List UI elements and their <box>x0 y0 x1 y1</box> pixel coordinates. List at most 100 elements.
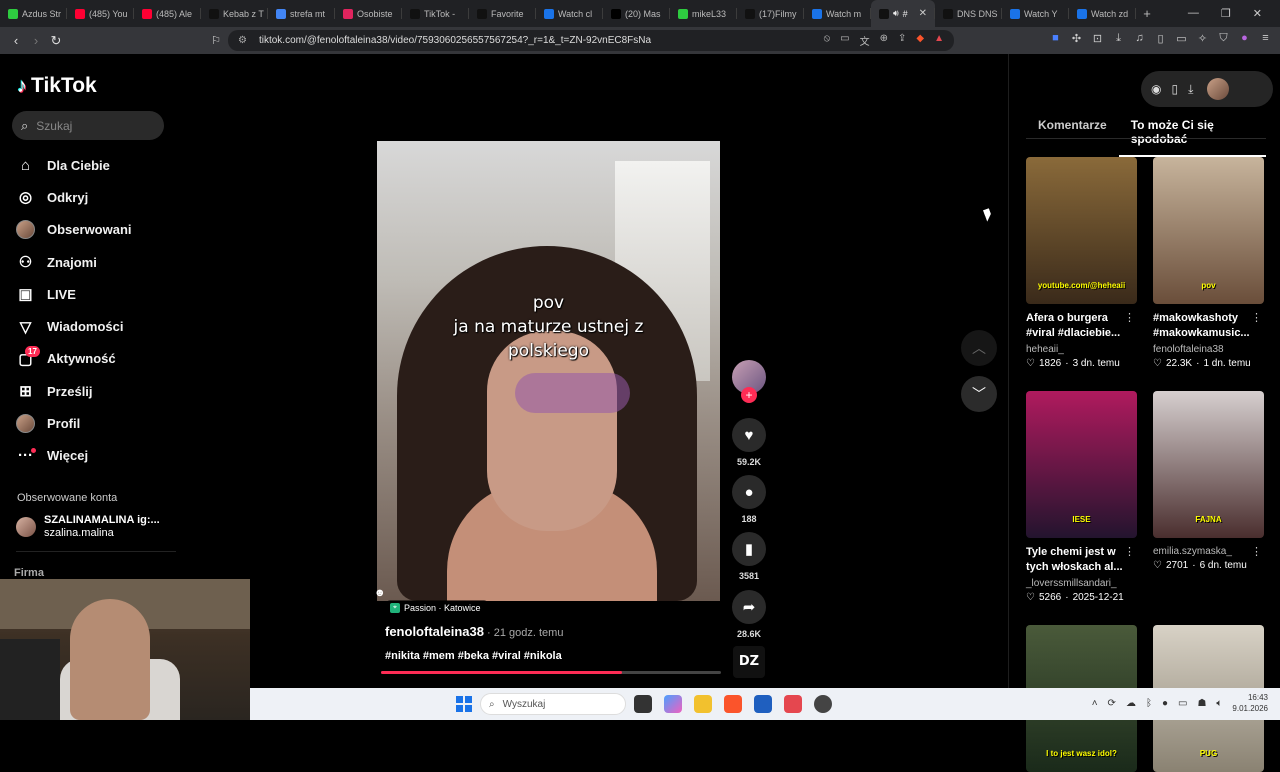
share-button[interactable]: ➦ 28.6K <box>731 590 767 639</box>
sidebar-item-prześlij[interactable]: ⊞ Prześlij <box>16 375 132 407</box>
sidebar-item-odkryj[interactable]: ◎ Odkryj <box>16 181 132 213</box>
microphone-icon[interactable]: ● <box>1162 698 1168 709</box>
sidebar-item-obserwowani[interactable]: Obserwowani <box>16 214 132 246</box>
footer-section-title[interactable]: Firma <box>14 567 44 579</box>
video-progress-bar[interactable] <box>381 671 721 674</box>
coin-icon[interactable]: ◉ <box>1151 82 1161 96</box>
zoom-icon[interactable]: ⊕ <box>880 33 888 48</box>
card-author[interactable]: emilia.szymaska_ <box>1153 546 1264 557</box>
like-button[interactable]: ♥ 59.2K <box>731 418 767 467</box>
more-options-icon[interactable]: ⋮ <box>1251 311 1262 324</box>
sidebar-item-wiadomości[interactable]: ▽ Wiadomości <box>16 310 132 342</box>
browser-tab[interactable]: (485) Ale <box>134 0 201 27</box>
back-icon[interactable]: ‹ <box>6 33 26 48</box>
video-thumbnail[interactable]: youtube.com/@heheaii <box>1026 157 1137 304</box>
sidebar-item-live[interactable]: ▣ LIVE <box>16 278 132 310</box>
browser-tab[interactable]: (17)Filmy <box>737 0 804 27</box>
tiktok-logo[interactable]: ♪ TikTok <box>17 74 97 98</box>
browser-tab[interactable]: (20) Mas <box>603 0 670 27</box>
forward-icon[interactable]: › <box>26 33 46 48</box>
browser-tab[interactable]: Azdus Str <box>0 0 67 27</box>
save-button[interactable]: ▮ 3581 <box>731 532 767 581</box>
card-author[interactable]: _loverssmillsandari_ <box>1026 578 1137 589</box>
browser-tab[interactable]: Watch zd <box>1069 0 1136 27</box>
audio-playing-icon[interactable]: 🔊︎ <box>893 8 899 19</box>
new-tab-button[interactable]: + <box>1136 6 1158 21</box>
wallet-icon[interactable]: ▭ <box>1175 32 1188 45</box>
previous-video-button[interactable]: ︿ <box>961 330 997 366</box>
chevron-up-icon[interactable]: ˄ <box>1092 698 1098 709</box>
video-player[interactable]: pov ja na maturze ustnej z polskiego <box>377 141 720 601</box>
clock[interactable]: 16:43 9.01.2026 <box>1232 692 1268 714</box>
music-disc[interactable]: DZ <box>733 646 765 678</box>
tab-recommended[interactable]: To może Ci się spodobać <box>1118 116 1266 157</box>
close-tab-icon[interactable]: ✕ <box>919 8 927 19</box>
file-explorer-icon[interactable] <box>694 695 712 713</box>
browser-tab[interactable]: Watch m <box>804 0 871 27</box>
screenshot-icon[interactable]: ⊡ <box>1091 32 1104 45</box>
follow-plus-icon[interactable]: + <box>741 387 757 403</box>
browser-tab[interactable]: Watch Y <box>1002 0 1069 27</box>
sidebar-icon[interactable]: ▯ <box>1154 32 1167 45</box>
avatar[interactable] <box>1207 78 1230 100</box>
sync-icon[interactable]: ⟳ <box>1108 698 1116 709</box>
brave-nightly-icon[interactable] <box>784 695 802 713</box>
sidebar-item-profil[interactable]: Profil <box>16 407 132 439</box>
task-view-icon[interactable] <box>634 695 652 713</box>
network-icon[interactable]: ☗ <box>1197 698 1206 709</box>
location-tag[interactable]: ⌖ Passion · Katowice <box>387 600 487 615</box>
browser-tab[interactable]: Favorite <box>469 0 536 27</box>
recommended-video-card[interactable]: FAJNA ⋮ emilia.szymaska_ ♡ 2701 · 6 dn. temu <box>1153 391 1264 571</box>
more-options-icon[interactable]: ⋮ <box>1124 311 1135 324</box>
taskbar-search[interactable]: ⌕ Wyszukaj <box>480 693 626 715</box>
device-icon[interactable]: ▯ <box>1171 82 1178 96</box>
bluetooth-icon[interactable]: ᛒ <box>1146 698 1152 709</box>
no-tracking-icon[interactable]: ⦸ <box>824 33 831 48</box>
more-options-icon[interactable]: ⋮ <box>1251 545 1262 558</box>
menu-icon[interactable]: ≡ <box>1259 32 1272 45</box>
minimize-button[interactable]: — <box>1188 7 1199 20</box>
puzzle-icon[interactable]: ✣ <box>1070 32 1083 45</box>
video-thumbnail[interactable]: pov <box>1153 157 1264 304</box>
card-author[interactable]: heheaii_ <box>1026 344 1137 355</box>
browser-tab[interactable]: Watch cl <box>536 0 603 27</box>
brave-rewards-icon[interactable]: ▲ <box>934 33 944 48</box>
site-info-icon[interactable]: ⚙ <box>238 35 247 46</box>
cast-icon[interactable]: ▭ <box>840 33 849 48</box>
sidebar-item-znajomi[interactable]: ⚇ Znajomi <box>16 246 132 278</box>
browser-tab[interactable]: (485) You <box>67 0 134 27</box>
card-author[interactable]: fenoloftaleina38 <box>1153 344 1264 355</box>
profile-icon[interactable]: ● <box>1238 32 1251 45</box>
browser-tab-active[interactable]: 🔊︎ # ✕ <box>871 0 935 27</box>
volume-icon[interactable]: 🔈︎ <box>1216 698 1222 709</box>
display-icon[interactable]: ▭ <box>1178 698 1187 709</box>
recommended-video-card[interactable]: IESE ⋮ Tyle chemi jest w tych włoskach al.… <box>1026 391 1137 603</box>
close-window-button[interactable]: ✕ <box>1253 7 1262 20</box>
share-icon[interactable]: ⇪ <box>898 33 906 48</box>
restore-button[interactable]: ❐ <box>1221 7 1231 20</box>
recommended-video-card[interactable]: youtube.com/@heheaii ⋮ Afera o burgera #vi… <box>1026 157 1137 369</box>
download-icon[interactable]: ⤓ <box>1112 32 1125 45</box>
vpn-icon[interactable]: ⛉ <box>1217 32 1230 45</box>
recommended-video-card[interactable]: pov ⋮ #makowkashoty #makowkamusic... fenolo… <box>1153 157 1264 369</box>
video-author[interactable]: fenoloftaleina38 <box>385 624 484 639</box>
sidebar-item-dla-ciebie[interactable]: ⌂ Dla Ciebie <box>16 149 132 181</box>
video-hashtags[interactable]: #nikita #mem #beka #viral #nikola <box>385 650 562 662</box>
copilot-icon[interactable] <box>664 695 682 713</box>
tab-comments[interactable]: Komentarze <box>1026 116 1119 157</box>
app-icon[interactable] <box>814 695 832 713</box>
comment-button[interactable]: ● 188 <box>731 475 767 524</box>
reload-icon[interactable]: ↻ <box>46 33 66 49</box>
search-input[interactable]: ⌕ Szukaj <box>12 111 164 140</box>
music-icon[interactable]: ♫ <box>1133 32 1146 45</box>
next-video-button[interactable]: ﹀ <box>961 376 997 412</box>
bookmark-icon[interactable]: ⚐ <box>206 34 226 47</box>
followed-account[interactable]: SZALINAMALINA ig:... szalina.malina <box>16 514 160 540</box>
ai-icon[interactable]: ✧ <box>1196 32 1209 45</box>
sidebar-item-aktywność[interactable]: ▢ 17 Aktywność <box>16 343 132 375</box>
brave-icon[interactable] <box>724 695 742 713</box>
browser-tab[interactable]: TikTok - <box>402 0 469 27</box>
store-icon[interactable] <box>754 695 772 713</box>
translate-icon[interactable]: 文 <box>860 33 870 48</box>
cloud-icon[interactable]: ☁ <box>1126 698 1136 709</box>
